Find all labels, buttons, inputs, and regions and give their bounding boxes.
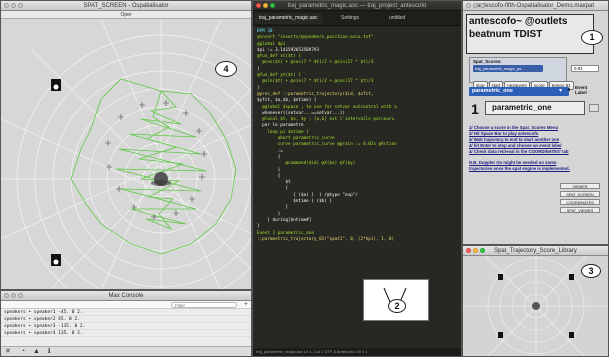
clear-icon[interactable]: ✕ <box>5 348 11 355</box>
console-toolbar: + <box>1 301 251 309</box>
event-menu[interactable]: parametric_one <box>469 87 569 96</box>
callout-4: 4 <box>215 61 237 77</box>
speaker-icon[interactable] <box>51 79 61 91</box>
tab-settings[interactable]: Settings <box>337 13 363 24</box>
chevron-down-icon[interactable]: ▾ <box>559 87 562 96</box>
speaker-icon[interactable] <box>498 274 503 280</box>
viewer-button[interactable]: VIEWER <box>560 183 600 189</box>
tab-traj-parametric[interactable]: traj_parametric_magic.asc <box>255 13 322 24</box>
minimize-icon[interactable] <box>11 3 16 8</box>
zoom-icon[interactable] <box>18 293 23 298</box>
event-label-bottom: Label <box>575 90 587 95</box>
callout-box: 2 <box>363 279 429 321</box>
speaker-icon[interactable] <box>569 274 574 280</box>
spatial-canvas[interactable] <box>1 19 252 290</box>
spatial-viewer-window: SPAT_SCREEN - Ospatialisator Oper 4 <box>0 0 252 290</box>
close-icon[interactable] <box>4 293 9 298</box>
antescofo-heading-2: beatnum TDIST <box>469 29 543 40</box>
library-title: Spat_Trajectory_Score_Library <box>494 248 577 254</box>
spatial-viewer-title: SPAT_SCREEN - Ospatialisator <box>83 3 169 9</box>
zoom-icon[interactable] <box>270 3 275 8</box>
antescofo-titlebar[interactable]: antescofo-fifth-Ospatialisator_Demo.maxp… <box>463 1 608 11</box>
zoom-icon[interactable] <box>480 248 485 253</box>
instruction-1: 1/ Choose a score in the Spat_Scores Men… <box>469 125 559 130</box>
speaker-icon[interactable] <box>569 332 574 338</box>
console-line: speakers • speaker3 -135. 0 2. <box>1 323 251 330</box>
trajectory-path <box>70 78 237 255</box>
polar-grid <box>1 19 251 289</box>
arrow-icon: ◂ <box>567 87 571 93</box>
instruction-3: 3/ Wait trajectory to end to start anoth… <box>469 137 560 142</box>
max-console-window: Max Console + speakers • speaker1 -45. 0… <box>0 290 252 357</box>
event-display: parametric_one <box>485 101 585 115</box>
callout-1: 1 <box>581 30 603 45</box>
console-footer: ✕ ◔ ▲ ℹ <box>1 346 251 356</box>
note-line-2: trajectories once the spat engine is imp… <box>469 166 570 171</box>
coordinates-button[interactable]: COORDINATES <box>560 199 600 205</box>
speaker-icon[interactable] <box>498 332 503 338</box>
add-icon[interactable]: + <box>244 301 248 309</box>
editor-title: traj_parametric_magic.asc — traj_project… <box>287 3 427 9</box>
close-icon[interactable] <box>466 3 471 8</box>
antescofo-heading-1: antescofo~ @outlets <box>469 16 568 27</box>
info-icon[interactable]: ℹ <box>48 348 51 355</box>
zoom-icon[interactable] <box>480 3 485 8</box>
instruction-5: 4/ Check data retrieval in the COORDINAT… <box>469 149 569 154</box>
spatial-viewer-subtitle: Oper <box>1 11 251 19</box>
library-listener-icon[interactable] <box>532 302 540 310</box>
minimize-icon[interactable] <box>473 3 478 8</box>
code-line: ::parametric_trajectory_01("spat1", 0, (… <box>257 236 395 242</box>
instruction-2: 2/ Hit Space Bar to play antescofo <box>469 131 539 136</box>
beat-number: 1 <box>471 101 479 117</box>
console-titlebar[interactable]: Max Console <box>1 291 251 301</box>
editor-status-bar: traj_parametric_magic.asc Ln 1, Col 1 UT… <box>253 348 461 356</box>
console-line: speakers • speaker1 -45. 0 2. <box>1 309 251 316</box>
spat-screen-button[interactable]: SPAT_SCREEN <box>560 191 600 197</box>
tab-untitled[interactable]: untitled <box>385 13 409 24</box>
console-line: speakers • speaker4 135. 0 2. <box>1 330 251 337</box>
instruction-4: 4/ hit Enter to stop and choose an event… <box>469 143 562 148</box>
close-icon[interactable] <box>256 3 261 8</box>
warning-icon[interactable]: ▲ <box>33 348 40 355</box>
code-editor-window: traj_parametric_magic.asc — traj_project… <box>252 0 462 357</box>
close-icon[interactable] <box>4 3 9 8</box>
spatial-viewer-titlebar[interactable]: SPAT_SCREEN - Ospatialisator <box>1 1 251 11</box>
note-line-1: N.B. Doppler On might be needed on some <box>469 160 557 165</box>
code-area[interactable]: BPM 30 @insert "inserts/@speakers_positio… <box>257 29 461 243</box>
spat-scores-panel: Spat_Scores: traj_parametric_magic_po...… <box>469 57 574 90</box>
library-titlebar[interactable]: Spat_Trajectory_Score_Library <box>463 246 608 256</box>
console-title: Max Console <box>108 293 144 299</box>
spat-viewer-button[interactable]: SPAT_VIEWER <box>560 207 600 213</box>
spat-scores-label: Spat_Scores: <box>473 59 502 64</box>
editor-titlebar[interactable]: traj_parametric_magic.asc — traj_project… <box>253 1 461 11</box>
event-label-caption: Event Label <box>575 85 587 95</box>
callout-3: 3 <box>581 264 601 278</box>
score-menu[interactable]: traj_parametric_magic_po... <box>473 65 543 72</box>
close-icon[interactable] <box>466 248 471 253</box>
console-list: speakers • speaker1 -45. 0 2. speakers •… <box>1 309 251 337</box>
time-icon[interactable]: ◔ <box>21 348 25 355</box>
callout-2: 2 <box>388 299 406 313</box>
console-filter-input[interactable] <box>171 302 237 308</box>
speaker-icon[interactable] <box>51 254 61 266</box>
console-line: speakers • speaker2 45. 0 2. <box>1 316 251 323</box>
event-toggle[interactable] <box>589 104 599 112</box>
zoom-icon[interactable] <box>18 3 23 8</box>
trajectory-library-window: Spat_Trajectory_Score_Library 3 <box>462 245 609 357</box>
minimize-icon[interactable] <box>263 3 268 8</box>
score-value-box[interactable]: 0.01 <box>571 65 599 72</box>
minimize-icon[interactable] <box>11 293 16 298</box>
antescofo-title: antescofo-fifth-Ospatialisator_Demo.maxp… <box>476 3 595 9</box>
minimize-icon[interactable] <box>473 248 478 253</box>
listener-shadow <box>151 180 171 186</box>
antescofo-patch-window: antescofo-fifth-Ospatialisator_Demo.maxp… <box>462 0 609 245</box>
